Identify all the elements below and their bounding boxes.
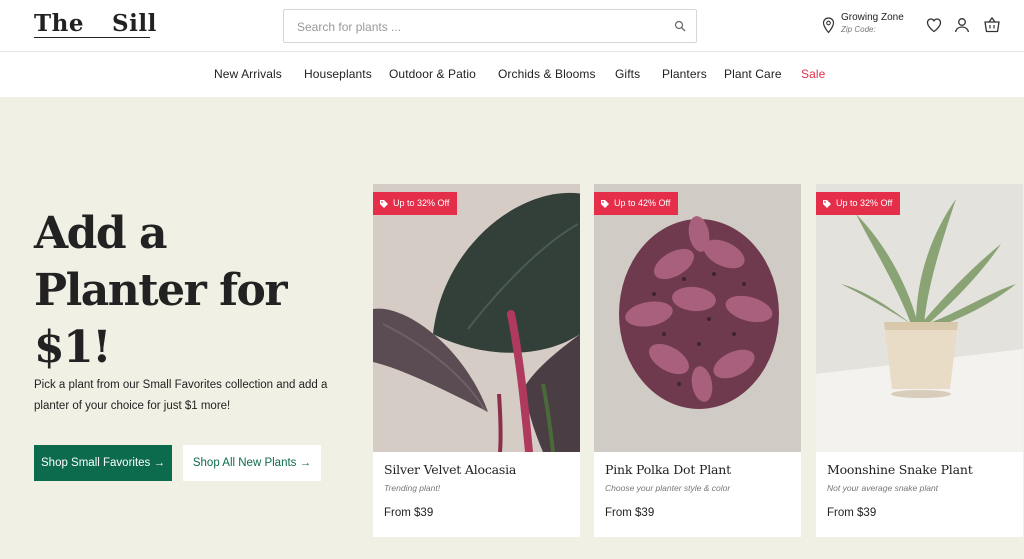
search-input[interactable] [297, 17, 657, 37]
badge-text: Up to 42% Off [614, 198, 671, 208]
main-nav: New Arrivals Houseplants Outdoor & Patio… [0, 52, 1024, 97]
logo-underline [34, 37, 150, 38]
product-card-pink-polka-dot-plant[interactable]: Up to 42% Off Pink Polka Dot Plant Choos… [594, 184, 801, 537]
logo[interactable]: The Sill [34, 10, 157, 37]
hero-description: Pick a plant from our Small Favorites co… [34, 379, 328, 412]
product-card-silver-velvet-alocasia[interactable]: Up to 32% Off Silver Velvet Alocasia Tre… [373, 184, 580, 537]
product-image-polka-dot[interactable] [594, 184, 801, 452]
promo-hero: Add a Planter for $1! Pick a plant from … [0, 97, 1024, 559]
product-image-alocasia[interactable] [373, 184, 580, 452]
shop-small-favorites-button[interactable]: Shop Small Favorites → [34, 445, 172, 481]
product-image-snake-plant[interactable] [816, 184, 1023, 452]
search-bar[interactable] [283, 9, 697, 43]
nav-item-orchids-blooms[interactable]: Orchids & Blooms [498, 67, 596, 81]
product-tagline: Not your average snake plant [827, 483, 939, 493]
tag-icon [601, 199, 609, 208]
user-icon[interactable] [953, 16, 971, 34]
discount-badge: Up to 32% Off [816, 192, 901, 215]
hero-headline: Add a Planter for $1! [34, 208, 288, 373]
site-header: TheSill Growing Zone Zip Code: [0, 0, 1024, 52]
shop-all-new-plants-button[interactable]: Shop All New Plants → [183, 445, 321, 481]
product-price: From $39 [384, 507, 434, 519]
discount-badge: Up to 42% Off [594, 192, 679, 215]
product-tagline: Choose your planter style & color [605, 483, 731, 493]
product-name[interactable]: Pink Polka Dot Plant [605, 462, 731, 477]
product-price: From $39 [605, 507, 655, 519]
heart-icon[interactable] [925, 16, 943, 34]
nav-item-outdoor-patio[interactable]: Outdoor & Patio [389, 67, 476, 81]
discount-badge: Up to 32% Off [373, 192, 458, 215]
nav-item-planters[interactable]: Planters [662, 67, 707, 81]
product-tagline: Trending plant! [384, 483, 441, 493]
product-name[interactable]: Moonshine Snake Plant [827, 462, 973, 477]
nav-item-new-arrivals[interactable]: New Arrivals [214, 67, 282, 81]
tag-icon [823, 199, 831, 208]
product-name[interactable]: Silver Velvet Alocasia [384, 462, 516, 477]
zip-code-label[interactable]: Zip Code: [841, 25, 876, 34]
search-icon[interactable] [674, 20, 686, 32]
nav-item-plant-care[interactable]: Plant Care [724, 67, 782, 81]
nav-item-houseplants[interactable]: Houseplants [304, 67, 372, 81]
product-price: From $39 [827, 507, 877, 519]
nav-item-gifts[interactable]: Gifts [615, 67, 640, 81]
growing-zone-label[interactable]: Growing Zone [841, 12, 904, 23]
tag-icon [380, 199, 388, 208]
product-card-moonshine-snake-plant[interactable]: Up to 32% Off Moonshine Snake Plant Not … [816, 184, 1023, 537]
badge-text: Up to 32% Off [393, 198, 450, 208]
cart-icon[interactable] [983, 16, 1001, 34]
badge-text: Up to 32% Off [836, 198, 893, 208]
nav-item-sale[interactable]: Sale [801, 67, 825, 81]
location-pin-icon[interactable] [822, 17, 835, 34]
